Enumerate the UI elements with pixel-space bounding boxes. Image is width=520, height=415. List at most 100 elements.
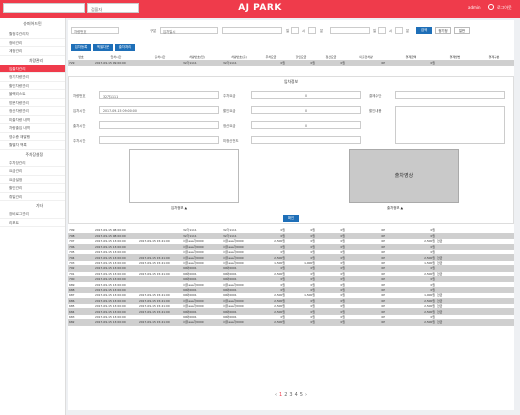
entry-register-button[interactable]: 입차등록 xyxy=(71,44,91,51)
table-cell xyxy=(474,319,514,326)
sidebar-item[interactable]: 요금관리 xyxy=(0,167,65,176)
sidebar-item[interactable]: 블랙리스트 xyxy=(0,90,65,99)
detail-exit-label: 출차시간 xyxy=(73,124,86,128)
sidebar-item[interactable]: 월정주관리자 xyxy=(0,30,65,39)
from-day-unit: 일 xyxy=(286,29,290,33)
plate-search-input[interactable]: 차량번호 xyxy=(71,27,119,34)
to-hour-unit: 시 xyxy=(389,29,393,33)
page-3-button[interactable]: 3 xyxy=(289,392,292,398)
sidebar-group-parking: 주차장설정 xyxy=(25,151,43,157)
detail-settle-label: 정산요금 xyxy=(223,124,236,128)
sidebar-item[interactable]: 미출차량 내역 xyxy=(0,116,65,124)
detail-fee-label: 주차요금 xyxy=(223,94,236,98)
category-label: 구분 xyxy=(150,29,157,33)
sidebar-item[interactable]: 입출차관리 xyxy=(0,64,65,73)
detail-entry-field[interactable]: 2017-09-15 09:00:00 xyxy=(99,106,219,114)
exit-process-button[interactable]: 출차처리 xyxy=(115,44,135,51)
page-2-button[interactable]: 2 xyxy=(284,392,287,398)
detail-settle-field[interactable]: 0 xyxy=(251,121,361,129)
table-cell: 682 xyxy=(68,319,94,326)
sidebar-item[interactable]: 정기차량관리 xyxy=(0,73,65,82)
detail-unpaid-label: 미정산전도 xyxy=(223,139,239,143)
to-min-unit: 분 xyxy=(406,29,410,33)
main-panel: 차량번호 구분 입차일시 일 시 분 일 시 분 검색 정기정 일반 입차등록 … xyxy=(68,20,514,410)
sidebar-head: 슈퍼어드민 xyxy=(23,21,42,26)
table-row[interactable]: 729 2017-09-15 09:00:00 32가1111 32가1111 0원 0원… xyxy=(68,60,514,67)
table-cell: 0원 xyxy=(316,319,346,326)
excel-download-button[interactable]: 엑셀다운 xyxy=(93,44,113,51)
table-cell: 2017-09-15 15:41:00 xyxy=(138,319,182,326)
from-hour-unit: 시 xyxy=(302,29,306,33)
sidebar-item[interactable]: 정산차량관리 xyxy=(0,107,65,116)
entry-image-caption: 입차정보 ▲ xyxy=(171,206,188,210)
prev-page-button[interactable]: ‹ xyxy=(275,392,277,398)
table-cell: 2017-09-15 09:00:00 xyxy=(94,60,138,67)
table-cell: 32가1111 xyxy=(222,60,256,67)
page-1-button[interactable]: 1 xyxy=(279,392,282,398)
sidebar-item[interactable]: 정비관리 xyxy=(0,39,65,47)
table-cell: 서울aaa가0000 xyxy=(182,319,212,326)
records-table: 799 2017-09-15 08:00:00 32가1111 32가1111 0원 0원… xyxy=(68,228,514,326)
table-cell xyxy=(212,319,222,326)
sidebar-item[interactable]: 방문차량관리 xyxy=(0,99,65,107)
sidebar-group-vehicle: 차량관리 xyxy=(29,57,43,63)
to-date-input[interactable] xyxy=(330,27,370,34)
detail-plate-field[interactable]: 32가1111 xyxy=(99,91,219,99)
sidebar-item[interactable]: 할인차량관리 xyxy=(0,82,65,90)
sidebar-item[interactable]: 리포트 xyxy=(0,219,65,227)
gear-icon[interactable] xyxy=(488,4,494,10)
next-page-button[interactable]: › xyxy=(305,392,307,398)
exit-video[interactable]: 출차영상 xyxy=(349,149,459,203)
detail-exit-field[interactable] xyxy=(99,121,219,129)
table-cell: 2017-09-15 13:00:00 xyxy=(94,319,138,326)
table-cell: 2,500원 xyxy=(386,319,436,326)
sidebar-item[interactable]: 계정관리 xyxy=(0,47,65,56)
from-min-select[interactable] xyxy=(308,27,316,34)
monthly-filter-button[interactable]: 정기정 xyxy=(435,27,451,34)
detail-fee-field[interactable]: 0 xyxy=(251,91,361,99)
detail-paymethod-label: 결제수단 xyxy=(369,94,382,98)
from-hour-select[interactable] xyxy=(291,27,299,34)
sidebar-item[interactable]: 영수증 재발행 xyxy=(0,133,65,141)
app-title: AJ PARK xyxy=(238,3,282,13)
detail-discdetail-field[interactable] xyxy=(395,106,505,144)
daily-filter-button[interactable]: 일반 xyxy=(454,27,470,34)
to-day-unit: 일 xyxy=(373,29,377,33)
sidebar-item[interactable]: 할인관리 xyxy=(0,184,65,193)
table-row[interactable]: 682 2017-09-15 13:00:00 2017-09-15 15:41:0… xyxy=(68,319,514,326)
sidebar-group-etc: 기타 xyxy=(36,203,43,208)
detail-paymethod-field[interactable] xyxy=(395,91,505,99)
table-cell: 0P xyxy=(346,319,386,326)
from-date-input[interactable] xyxy=(222,27,282,34)
to-hour-select[interactable] xyxy=(378,27,386,34)
detail-discount-label: 할인요금 xyxy=(223,109,236,113)
table-cell: 현금 xyxy=(436,319,474,326)
exit-video-label: 출차영상 xyxy=(394,173,414,179)
category-select[interactable]: 입차일시 xyxy=(160,27,218,34)
detail-panel: 입차정보 차량번호 32가1111 입차시간 2017-09-15 09:00:… xyxy=(68,76,514,224)
confirm-button[interactable]: 확인 xyxy=(283,215,299,222)
detail-parktime-field[interactable] xyxy=(99,136,219,144)
detail-unpaid-field[interactable] xyxy=(251,136,361,144)
detail-parktime-label: 주차시간 xyxy=(73,139,86,143)
sidebar-item[interactable]: 주차장관리 xyxy=(0,159,65,167)
user-name[interactable]: admin xyxy=(468,5,481,10)
top-bar: 검을자 AJ PARK admin 로그아웃 xyxy=(0,0,520,18)
search-button[interactable]: 검색 xyxy=(416,27,432,34)
table-cell: 서울aaa가0000 xyxy=(222,319,256,326)
table-cell: 0원 xyxy=(256,60,286,67)
page-4-button[interactable]: 4 xyxy=(295,392,298,398)
to-min-select[interactable] xyxy=(395,27,403,34)
page-5-button[interactable]: 5 xyxy=(300,392,303,398)
sidebar-item[interactable]: 요금설정 xyxy=(0,176,65,184)
sidebar-item[interactable]: 차량출입 내역 xyxy=(0,124,65,133)
sidebar-item[interactable]: 월별차 맥록 xyxy=(0,141,65,150)
sidebar-item[interactable]: 장비로그관리 xyxy=(0,210,65,219)
top-table: 번호 입차시간 출차시간 차량번호(입) 차량번호(출) 주차요금 할인요금 정산요금 미출현차… xyxy=(68,55,514,67)
table-cell: 729 xyxy=(68,60,94,67)
detail-discount-field[interactable]: 0 xyxy=(251,106,361,114)
sidebar-item[interactable]: 휴일관리 xyxy=(0,193,65,201)
from-min-unit: 분 xyxy=(320,29,324,33)
entry-image[interactable] xyxy=(129,149,239,203)
logout-button[interactable]: 로그아웃 xyxy=(497,5,512,11)
